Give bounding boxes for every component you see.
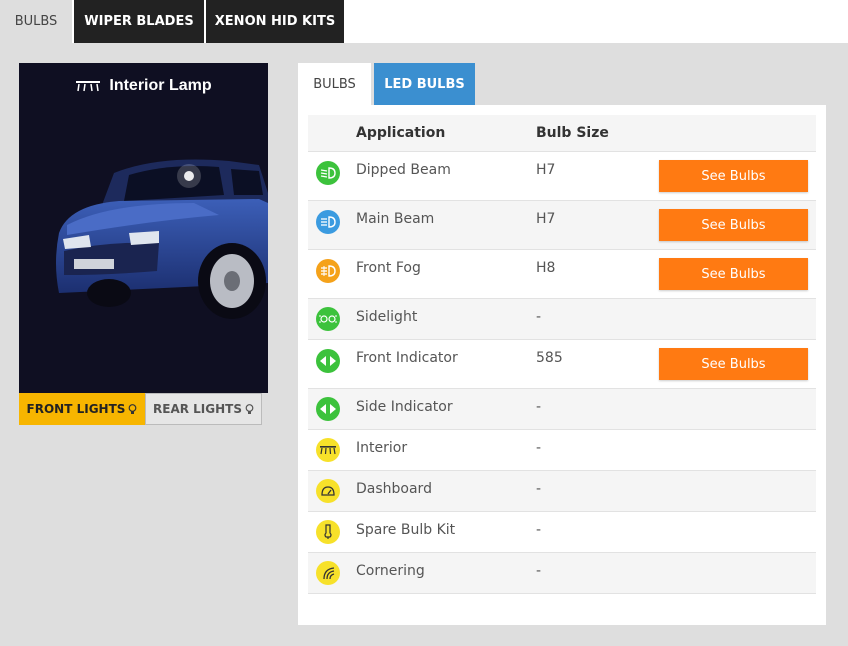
front-lights-label: FRONT LIGHTS: [26, 402, 126, 416]
table-header: Application Bulb Size: [308, 115, 816, 152]
bulb-table-panel: Application Bulb Size Dipped Beam H7 See…: [298, 105, 826, 625]
cornering-icon: [316, 561, 340, 585]
row-application: Front Fog: [356, 260, 421, 276]
bulb-table: Application Bulb Size Dipped Beam H7 See…: [308, 115, 816, 594]
dipped-beam-icon: [316, 161, 340, 185]
top-tab-bar: BULBS WIPER BLADES XENON HID KITS: [0, 0, 848, 43]
bulb-icon: [245, 403, 254, 414]
tab-led-bulbs[interactable]: LED BULBS: [374, 63, 475, 105]
row-application: Front Indicator: [356, 350, 458, 366]
header-bulb-size: Bulb Size: [536, 125, 609, 141]
front-lights-button[interactable]: FRONT LIGHTS: [19, 393, 145, 425]
row-bulb-size: -: [536, 399, 542, 415]
spare-bulb-icon: [316, 520, 340, 544]
table-row: Sidelight -: [308, 299, 816, 340]
table-row: Front Fog H8 See Bulbs: [308, 250, 816, 299]
tab-bulbs[interactable]: BULBS: [0, 0, 72, 43]
table-row: Interior -: [308, 430, 816, 471]
row-application: Interior: [356, 440, 408, 456]
rear-lights-label: REAR LIGHTS: [153, 402, 242, 416]
indicator-icon: [316, 349, 340, 373]
lamp-title-text: Interior Lamp: [109, 77, 212, 94]
row-bulb-size: -: [536, 309, 542, 325]
row-application: Spare Bulb Kit: [356, 522, 456, 538]
row-bulb-size: H8: [536, 260, 556, 276]
row-application: Dipped Beam: [356, 162, 451, 178]
row-application: Side Indicator: [356, 399, 453, 415]
dashboard-icon: [316, 479, 340, 503]
row-application: Main Beam: [356, 211, 435, 227]
row-bulb-size: 585: [536, 350, 563, 366]
table-row: Main Beam H7 See Bulbs: [308, 201, 816, 250]
row-bulb-size: -: [536, 440, 542, 456]
car-image-panel: Interior Lamp: [19, 63, 268, 393]
see-bulbs-button[interactable]: See Bulbs: [659, 258, 808, 290]
see-bulbs-button[interactable]: See Bulbs: [659, 209, 808, 241]
rear-lights-button[interactable]: REAR LIGHTS: [145, 393, 262, 425]
table-row: Spare Bulb Kit -: [308, 512, 816, 553]
row-application: Sidelight: [356, 309, 418, 325]
row-bulb-size: -: [536, 481, 542, 497]
row-application: Cornering: [356, 563, 425, 579]
table-row: Front Indicator 585 See Bulbs: [308, 340, 816, 389]
row-bulb-size: -: [536, 563, 542, 579]
fog-light-icon: [316, 259, 340, 283]
table-row: Side Indicator -: [308, 389, 816, 430]
row-application: Dashboard: [356, 481, 432, 497]
lamp-title: Interior Lamp: [19, 77, 268, 95]
car-image: [56, 159, 268, 319]
interior-lamp-icon: [76, 81, 101, 92]
main-beam-icon: [316, 210, 340, 234]
sidelight-icon: [316, 307, 340, 331]
tab-wiper-blades[interactable]: WIPER BLADES: [74, 0, 204, 43]
table-row: Dipped Beam H7 See Bulbs: [308, 152, 816, 201]
table-row: Dashboard -: [308, 471, 816, 512]
see-bulbs-button[interactable]: See Bulbs: [659, 160, 808, 192]
row-bulb-size: H7: [536, 162, 556, 178]
tab-xenon-hid-kits[interactable]: XENON HID KITS: [206, 0, 344, 43]
row-bulb-size: -: [536, 522, 542, 538]
see-bulbs-button[interactable]: See Bulbs: [659, 348, 808, 380]
header-application: Application: [356, 125, 446, 141]
indicator-icon: [316, 397, 340, 421]
table-row: Cornering -: [308, 553, 816, 594]
tab-inner-bulbs[interactable]: BULBS: [298, 63, 371, 105]
row-bulb-size: H7: [536, 211, 556, 227]
bulb-icon: [129, 403, 137, 414]
interior-lamp-icon: [316, 438, 340, 462]
